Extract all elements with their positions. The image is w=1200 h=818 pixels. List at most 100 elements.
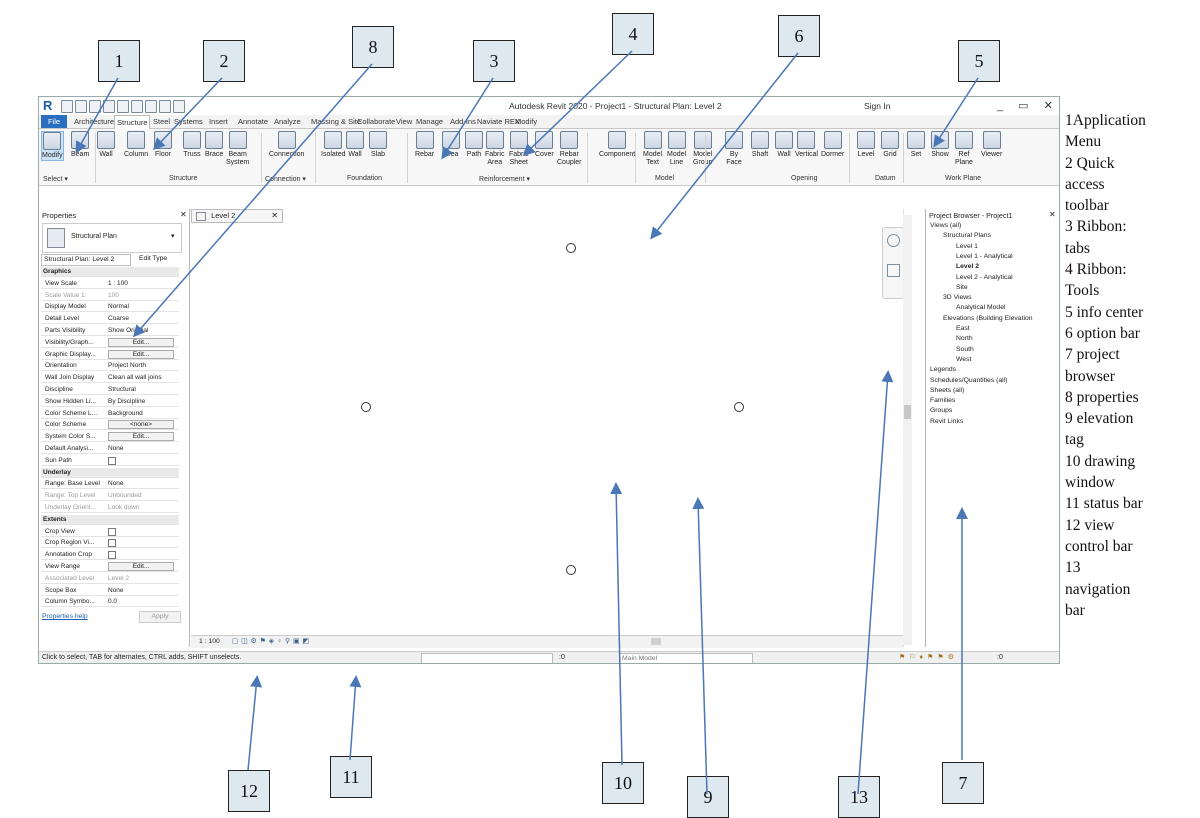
edit-button[interactable]: <none> — [108, 420, 174, 430]
property-value[interactable]: Edit... — [108, 337, 178, 347]
property-value[interactable]: Structural — [108, 385, 178, 394]
apply-button[interactable]: Apply — [139, 611, 181, 623]
tab-view[interactable]: View — [394, 115, 414, 128]
browser-item-families[interactable]: Families — [930, 396, 955, 405]
property-row[interactable]: Crop View — [41, 527, 179, 537]
edit-button[interactable]: Edit... — [108, 349, 174, 359]
window-controls[interactable]: _ ▭ ✕ — [997, 99, 1059, 112]
close-icon[interactable]: ✕ — [180, 210, 187, 219]
property-value[interactable] — [108, 527, 178, 539]
browser-item-sheets-all-[interactable]: Sheets (all) — [930, 386, 964, 395]
checkbox[interactable] — [108, 456, 116, 465]
application-menu-button[interactable]: R — [43, 99, 55, 112]
tool-slab-button[interactable]: Slab — [369, 131, 387, 159]
workset-dropdown[interactable] — [421, 653, 553, 663]
property-row[interactable]: Column Symbo... 0.0 — [41, 597, 179, 608]
property-row[interactable]: System Color S... Edit... — [41, 432, 179, 443]
property-value[interactable]: None — [108, 479, 178, 488]
property-row[interactable]: Show Hidden Li... By Discipline — [41, 397, 179, 407]
tool-by-button[interactable]: By Face — [725, 131, 743, 167]
property-row[interactable]: Parts Visibility Show Original — [41, 326, 179, 336]
property-value[interactable]: Project North — [108, 361, 178, 370]
tool-dormer-button[interactable]: Dormer — [821, 131, 844, 159]
tool-truss-button[interactable]: Truss — [183, 131, 201, 159]
edit-type-button[interactable]: Edit Type — [139, 255, 167, 262]
text-icon[interactable] — [145, 100, 157, 113]
drawing-window[interactable]: Level 2 ✕ — [191, 209, 904, 647]
property-value[interactable]: Unbounded — [108, 491, 178, 500]
property-row[interactable]: Underlay Orient... Look down — [41, 503, 179, 513]
property-value[interactable]: Normal — [108, 302, 178, 311]
tool-rebar-button[interactable]: Rebar — [415, 131, 434, 159]
browser-item-groups[interactable]: Groups — [930, 406, 952, 415]
browser-item-schedules-quantities-all-[interactable]: Schedules/Quantities (all) — [930, 376, 1007, 385]
tool-beam-button[interactable]: Beam — [71, 131, 89, 159]
edit-button[interactable]: Edit... — [108, 432, 174, 442]
print-icon[interactable] — [117, 100, 129, 113]
tool-rebar-button[interactable]: Rebar Coupler — [557, 131, 582, 167]
property-value[interactable]: Coarse — [108, 314, 178, 323]
tool-path-button[interactable]: Path — [465, 131, 483, 159]
edit-button[interactable]: Edit... — [108, 562, 174, 571]
property-row[interactable]: Scale Value 1: 100 — [41, 291, 179, 301]
property-row[interactable]: Range: Top Level Unbounded — [41, 491, 179, 502]
scroll-thumb[interactable] — [904, 405, 911, 419]
tool-brace-button[interactable]: Brace — [205, 131, 223, 159]
browser-item-analytical-model[interactable]: Analytical Model — [956, 303, 1006, 312]
property-row[interactable]: Color Scheme <none> — [41, 420, 179, 431]
tool-shaft-button[interactable]: Shaft — [751, 131, 769, 159]
tool-set-button[interactable]: Set — [907, 131, 925, 159]
property-row[interactable]: Scope Box None — [41, 586, 179, 596]
property-value[interactable]: 1 : 100 — [108, 279, 178, 288]
elevation-tag-east[interactable] — [734, 402, 744, 412]
vertical-scrollbar[interactable] — [903, 215, 912, 645]
tool-component-button[interactable]: Component — [599, 131, 635, 159]
design-option-dropdown[interactable]: Main Model — [619, 653, 753, 663]
tool-isolated-button[interactable]: Isolated — [321, 131, 346, 159]
3d-view-icon[interactable] — [159, 100, 171, 113]
property-value[interactable]: 100 — [108, 291, 178, 300]
browser-item-elevations-building-elevation[interactable]: Elevations (Building Elevation — [943, 314, 1033, 323]
tool-level-button[interactable]: Level — [857, 131, 875, 159]
property-value[interactable]: Show Original — [108, 326, 178, 335]
elevation-tag-south[interactable] — [566, 565, 576, 575]
property-value[interactable]: Edit... — [108, 349, 178, 359]
tool-cover-button[interactable]: Cover — [535, 131, 554, 159]
undo-icon[interactable] — [89, 100, 101, 113]
elevation-tag-west[interactable] — [361, 402, 371, 412]
property-value[interactable]: None — [108, 586, 178, 595]
property-value[interactable] — [108, 550, 178, 562]
tool-floor-button[interactable]: Floor — [154, 131, 172, 159]
tool-fabric-button[interactable]: Fabric Area — [485, 131, 504, 167]
tab-steel[interactable]: Steel — [151, 115, 172, 128]
property-row[interactable]: Crop Region Vi... — [41, 538, 179, 549]
tab-analyze[interactable]: Analyze — [272, 115, 303, 128]
tool-grid-button[interactable]: Grid — [881, 131, 899, 159]
property-row[interactable]: Annotation Crop — [41, 550, 179, 562]
browser-item-structural-plans[interactable]: Structural Plans — [943, 231, 991, 240]
tool-vertical-button[interactable]: Vertical — [795, 131, 818, 159]
tool-beam-button[interactable]: Beam System — [226, 131, 249, 167]
browser-item-views-all-[interactable]: Views (all) — [930, 221, 961, 230]
property-row[interactable]: Graphic Display... Edit... — [41, 349, 179, 360]
instance-dropdown[interactable]: Structural Plan: Level 2 — [41, 254, 131, 266]
property-row[interactable]: Range: Base Level None — [41, 479, 179, 490]
property-value[interactable] — [108, 456, 178, 468]
save-icon[interactable] — [75, 100, 87, 113]
tool-area-button[interactable]: Area — [442, 131, 460, 159]
tool-show-button[interactable]: Show — [931, 131, 949, 159]
property-value[interactable]: None — [108, 444, 178, 453]
tool-wall-button[interactable]: Wall — [775, 131, 793, 159]
tool-model-button[interactable]: Model Line — [667, 131, 686, 167]
tool-connection-button[interactable]: Connection — [269, 131, 304, 159]
type-selector[interactable]: Structural Plan ▾ — [42, 223, 182, 253]
property-row[interactable]: View Scale 1 : 100 — [41, 279, 179, 289]
properties-help-link[interactable]: Properties help — [42, 613, 88, 620]
close-icon[interactable]: ✕ — [271, 210, 278, 222]
tab-modify[interactable]: Modify — [513, 115, 539, 128]
browser-item-3d-views[interactable]: 3D Views — [943, 293, 972, 302]
browser-item-revit-links[interactable]: Revit Links — [930, 417, 963, 426]
property-value[interactable]: 0.0 — [108, 597, 178, 606]
tool-model-button[interactable]: Model Group — [693, 131, 712, 167]
tool-fabric-button[interactable]: Fabric Sheet — [509, 131, 528, 167]
